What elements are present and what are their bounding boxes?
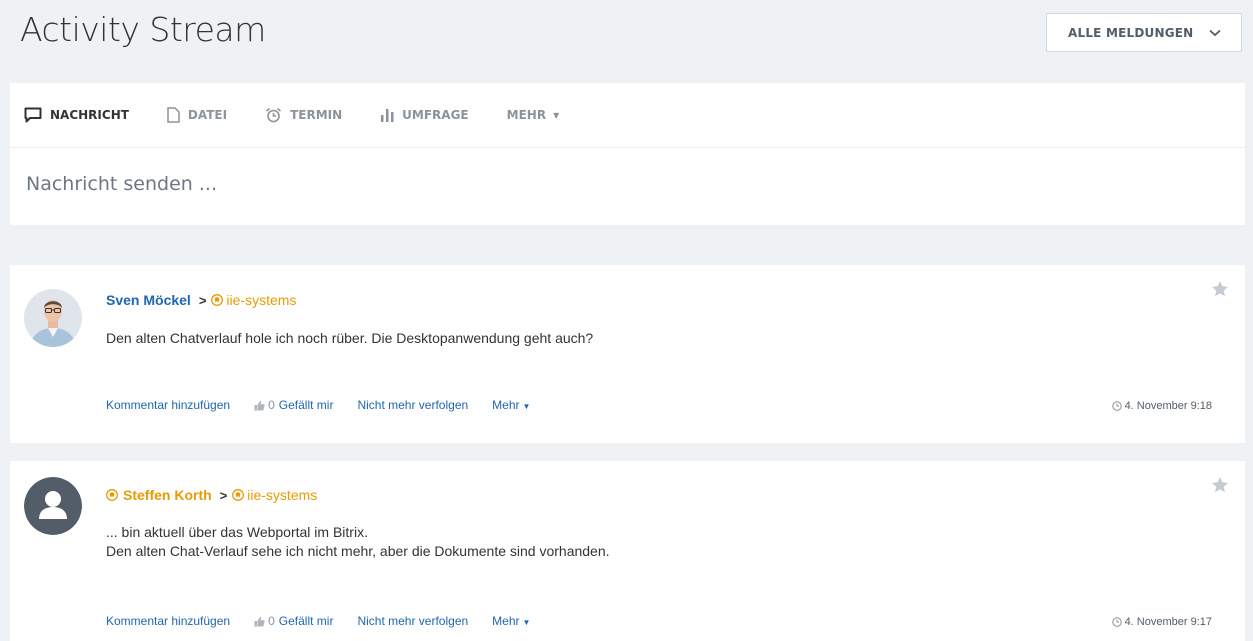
page-title: Activity Stream	[20, 10, 266, 49]
like-button[interactable]: 0 Gefällt mir	[254, 614, 333, 628]
post-header: Sven Möckel > iie-systems	[106, 292, 296, 308]
unfollow-link[interactable]: Nicht mehr verfolgen	[357, 614, 468, 628]
post-author[interactable]: Sven Möckel	[106, 292, 191, 308]
more-menu-link[interactable]: Mehr ▼	[492, 614, 530, 628]
more-menu-label: Mehr	[492, 614, 520, 628]
clock-icon	[1111, 617, 1122, 627]
add-comment-link[interactable]: Kommentar hinzufügen	[106, 398, 230, 412]
extranet-icon	[211, 294, 224, 306]
post-text: Den alten Chatverlauf hole ich noch rübe…	[106, 329, 593, 348]
post-text-line: Den alten Chatverlauf hole ich noch rübe…	[106, 330, 594, 346]
filter-dropdown-label: ALLE MELDUNGEN	[1068, 25, 1194, 40]
add-comment-link[interactable]: Kommentar hinzufügen	[106, 614, 230, 628]
extranet-icon	[232, 489, 245, 501]
alarm-icon	[266, 107, 282, 123]
post-group-name: iie-systems	[226, 292, 297, 308]
chevron-right-icon: >	[198, 292, 207, 308]
more-menu-label: Mehr	[492, 398, 520, 412]
filter-dropdown-button[interactable]: ALLE MELDUNGEN	[1046, 13, 1242, 52]
like-count: 0	[268, 614, 275, 628]
feed-post: Steffen Korth > iie-systems ... bin aktu…	[10, 461, 1245, 641]
tab-file[interactable]: DATEI	[167, 107, 227, 123]
like-count: 0	[268, 398, 275, 412]
post-group-link[interactable]: iie-systems	[232, 487, 317, 503]
tab-more[interactable]: MEHR ▼	[507, 108, 560, 122]
message-icon	[24, 107, 42, 123]
post-time-text: 4. November 9:18	[1124, 400, 1212, 412]
star-icon[interactable]	[1211, 476, 1229, 494]
post-group-link[interactable]: iie-systems	[211, 292, 296, 308]
message-input[interactable]	[26, 173, 626, 195]
clock-icon	[1111, 401, 1122, 411]
like-label: Gefällt mir	[278, 398, 334, 412]
caret-down-icon: ▼	[522, 618, 531, 627]
tab-poll[interactable]: UMFRAGE	[380, 108, 469, 122]
chevron-down-icon	[1209, 29, 1221, 36]
post-actions: Kommentar hinzufügen 0 Gefällt mir Nicht…	[106, 614, 554, 628]
poll-icon	[381, 109, 394, 122]
tab-file-label: DATEI	[187, 108, 228, 122]
star-icon[interactable]	[1211, 280, 1229, 298]
post-actions: Kommentar hinzufügen 0 Gefällt mir Nicht…	[106, 398, 554, 412]
post-header: Steffen Korth > iie-systems	[106, 487, 317, 503]
post-text: ... bin aktuell über das Webportal im Bi…	[106, 523, 610, 561]
caret-down-icon: ▼	[522, 402, 531, 411]
more-menu-link[interactable]: Mehr ▼	[492, 398, 530, 412]
post-composer: NACHRICHT DATEI TERMIN UMFRAGE MEHR ▼	[10, 83, 1245, 225]
like-button[interactable]: 0 Gefällt mir	[254, 398, 333, 412]
post-text-line: Den alten Chat-Verlauf sehe ich nicht me…	[106, 543, 610, 559]
tab-event[interactable]: TERMIN	[265, 107, 342, 123]
tab-message-label: NACHRICHT	[50, 108, 129, 122]
post-group-name: iie-systems	[247, 487, 318, 503]
tab-poll-label: UMFRAGE	[402, 108, 469, 122]
chevron-right-icon: >	[219, 487, 228, 503]
like-label: Gefällt mir	[278, 614, 334, 628]
post-timestamp[interactable]: 4. November 9:18	[1111, 400, 1212, 412]
extranet-icon	[106, 489, 118, 501]
post-author[interactable]: Steffen Korth	[123, 487, 212, 503]
tab-more-label: MEHR	[506, 108, 547, 122]
thumbs-up-icon	[254, 616, 265, 626]
tab-event-label: TERMIN	[290, 108, 343, 122]
caret-down-icon: ▼	[553, 110, 560, 120]
post-timestamp[interactable]: 4. November 9:17	[1111, 616, 1212, 628]
post-time-text: 4. November 9:17	[1124, 616, 1212, 628]
file-icon	[167, 107, 180, 123]
post-text-line: ... bin aktuell über das Webportal im Bi…	[106, 524, 368, 540]
thumbs-up-icon	[254, 400, 265, 410]
unfollow-link[interactable]: Nicht mehr verfolgen	[357, 398, 468, 412]
composer-tabs: NACHRICHT DATEI TERMIN UMFRAGE MEHR ▼	[10, 83, 1245, 148]
avatar[interactable]	[24, 477, 82, 535]
tab-message[interactable]: NACHRICHT	[24, 107, 129, 123]
avatar[interactable]	[24, 289, 82, 347]
feed-post: Sven Möckel > iie-systems Den alten Chat…	[10, 265, 1245, 443]
